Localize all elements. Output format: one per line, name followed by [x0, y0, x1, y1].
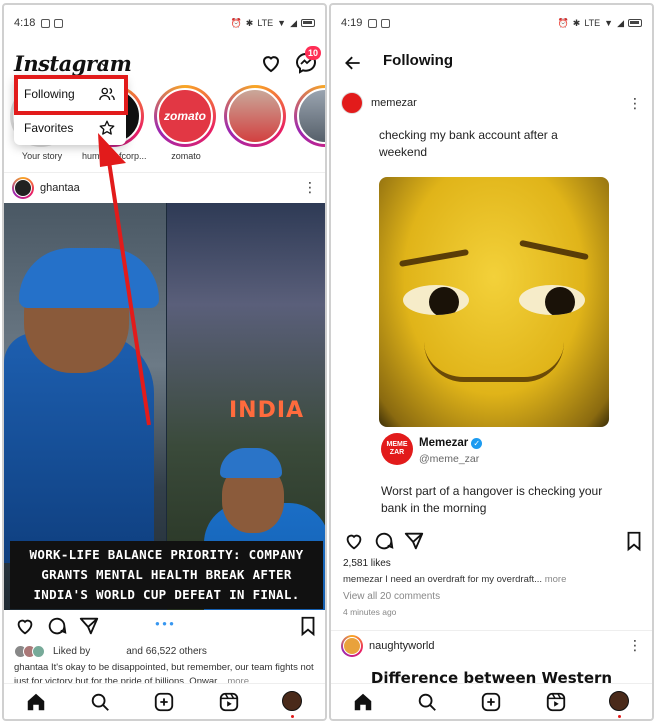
notification-icon — [41, 18, 51, 28]
heart-icon[interactable] — [259, 51, 283, 75]
story-item[interactable]: zomato zomato — [154, 85, 218, 161]
kebab-icon[interactable]: ⋮ — [628, 95, 642, 112]
liked-by-prefix: Liked by — [53, 646, 91, 657]
battery-icon — [628, 19, 642, 27]
kebab-icon[interactable]: ⋮ — [628, 637, 642, 654]
bottom-nav — [4, 683, 325, 719]
status-bar: 4:19 ⏰ ✱ LTE ▼ ◢ — [331, 5, 652, 41]
likes-count[interactable]: 2,581 likes — [343, 558, 391, 569]
highlight-box — [14, 75, 128, 115]
right-screen: 4:19 ⏰ ✱ LTE ▼ ◢ Following memezar ⋮ che… — [329, 3, 654, 721]
status-time: 4:19 — [341, 17, 363, 29]
favorites-label: Favorites — [24, 121, 74, 135]
chevron-down-icon[interactable]: ⌄ — [99, 55, 109, 69]
wifi-icon: ▼ — [277, 18, 287, 28]
likes-summary[interactable]: Liked by and 66,522 others — [14, 645, 207, 658]
bluetooth-icon: ✱ — [572, 17, 581, 28]
post-username[interactable]: ghantaa — [40, 182, 80, 194]
bookmark-icon[interactable] — [623, 530, 645, 552]
app-icon — [54, 18, 64, 28]
avatar: MEME ZAR — [381, 433, 413, 465]
notification-dot — [290, 714, 294, 718]
notification-icon — [368, 18, 378, 28]
view-comments-link[interactable]: View all 20 comments — [343, 591, 440, 602]
liked-by-suffix: and 66,522 others — [126, 646, 207, 657]
home-icon[interactable] — [25, 691, 47, 713]
alarm-icon: ⏰ — [557, 17, 569, 28]
tweet-text: Worst part of a hangover is checking you… — [381, 484, 603, 515]
story-label: humansofcorp... — [82, 151, 146, 161]
home-icon[interactable] — [352, 691, 374, 713]
jersey-text: INDIA — [229, 398, 305, 423]
zomato-logo: zomato — [157, 88, 213, 144]
story-label: zomato — [171, 151, 201, 161]
app-icon — [381, 18, 391, 28]
profile-tab[interactable] — [281, 690, 304, 718]
message-count-badge: 10 — [305, 46, 321, 60]
post-image[interactable]: INDIA WORK-LIFE BALANCE PRIORITY: COMPAN… — [4, 203, 325, 610]
avatar[interactable] — [341, 634, 363, 657]
profile-tab[interactable] — [608, 690, 631, 718]
comment-icon[interactable] — [373, 530, 395, 552]
image-caption-overlay: WORK-LIFE BALANCE PRIORITY: COMPANY GRAN… — [10, 541, 323, 609]
post-header: memezar ⋮ — [331, 89, 652, 117]
page-title: Following — [383, 52, 453, 69]
add-icon[interactable] — [153, 691, 175, 713]
post-text: checking my bank account after a weekend — [379, 128, 558, 159]
instagram-logo[interactable]: Instagram — [14, 51, 132, 76]
share-icon[interactable] — [403, 530, 425, 552]
star-icon — [99, 120, 115, 135]
avatar — [32, 645, 45, 658]
caption-line: INDIA'S WORLD CUP DEFEAT IN FINAL. — [33, 587, 300, 602]
notification-dot — [617, 714, 621, 718]
reels-icon[interactable] — [218, 691, 240, 713]
more-link[interactable]: more — [545, 574, 567, 585]
avatar — [281, 690, 302, 711]
carousel-dots: ● ● ● — [155, 619, 174, 628]
story-item[interactable] — [224, 85, 288, 147]
signal-icon: ◢ — [617, 17, 624, 28]
reels-icon[interactable] — [545, 691, 567, 713]
battery-icon — [301, 19, 315, 27]
embedded-tweet-author: MEME ZAR Memezar ✓ @meme_zar — [381, 433, 483, 465]
post-header: ghantaa ⋮ — [4, 172, 325, 202]
caption-text: memezar I need an overdraft for my overd… — [343, 574, 543, 585]
story-label: Your story — [21, 151, 63, 161]
network-label: LTE — [584, 18, 601, 28]
bottom-nav — [331, 683, 652, 719]
post-username[interactable]: memezar — [371, 97, 417, 109]
search-icon[interactable] — [89, 691, 111, 713]
add-icon[interactable] — [480, 691, 502, 713]
signal-icon: ◢ — [290, 17, 297, 28]
tweet-handle: @meme_zar — [419, 453, 480, 465]
search-icon[interactable] — [416, 691, 438, 713]
menu-item-favorites[interactable]: Favorites — [14, 111, 126, 145]
story-item[interactable] — [294, 85, 325, 147]
verified-icon: ✓ — [471, 438, 483, 449]
heart-icon[interactable] — [343, 530, 365, 552]
post-timestamp: 4 minutes ago — [343, 607, 397, 617]
avatar[interactable] — [341, 92, 363, 114]
avatar — [608, 690, 629, 711]
caption-line: GRANTS MENTAL HEALTH BREAK AFTER — [41, 567, 292, 582]
kebab-icon[interactable]: ⋮ — [303, 179, 317, 196]
status-bar: 4:18 ⏰ ✱ LTE ▼ ◢ — [4, 5, 325, 41]
status-time: 4:18 — [14, 17, 36, 29]
post-image[interactable] — [379, 177, 609, 427]
alarm-icon: ⏰ — [230, 17, 242, 28]
caption-line: WORK-LIFE BALANCE PRIORITY: COMPANY — [29, 547, 304, 562]
network-label: LTE — [257, 18, 274, 28]
tweet-name: Memezar — [419, 437, 469, 449]
wifi-icon: ▼ — [604, 18, 614, 28]
bluetooth-icon: ✱ — [245, 17, 254, 28]
left-screen: 4:18 ⏰ ✱ LTE ▼ ◢ Instagram ⌄ 10 Your sto… — [2, 3, 327, 721]
post-username[interactable]: naughtyworld — [369, 640, 434, 652]
post-header: naughtyworld ⋮ — [331, 630, 652, 660]
page-header: Following — [331, 45, 652, 81]
post-caption: memezar I need an overdraft for my overd… — [343, 574, 644, 585]
avatar[interactable] — [12, 176, 34, 199]
back-arrow-icon[interactable] — [343, 53, 363, 73]
post-actions — [343, 530, 641, 554]
